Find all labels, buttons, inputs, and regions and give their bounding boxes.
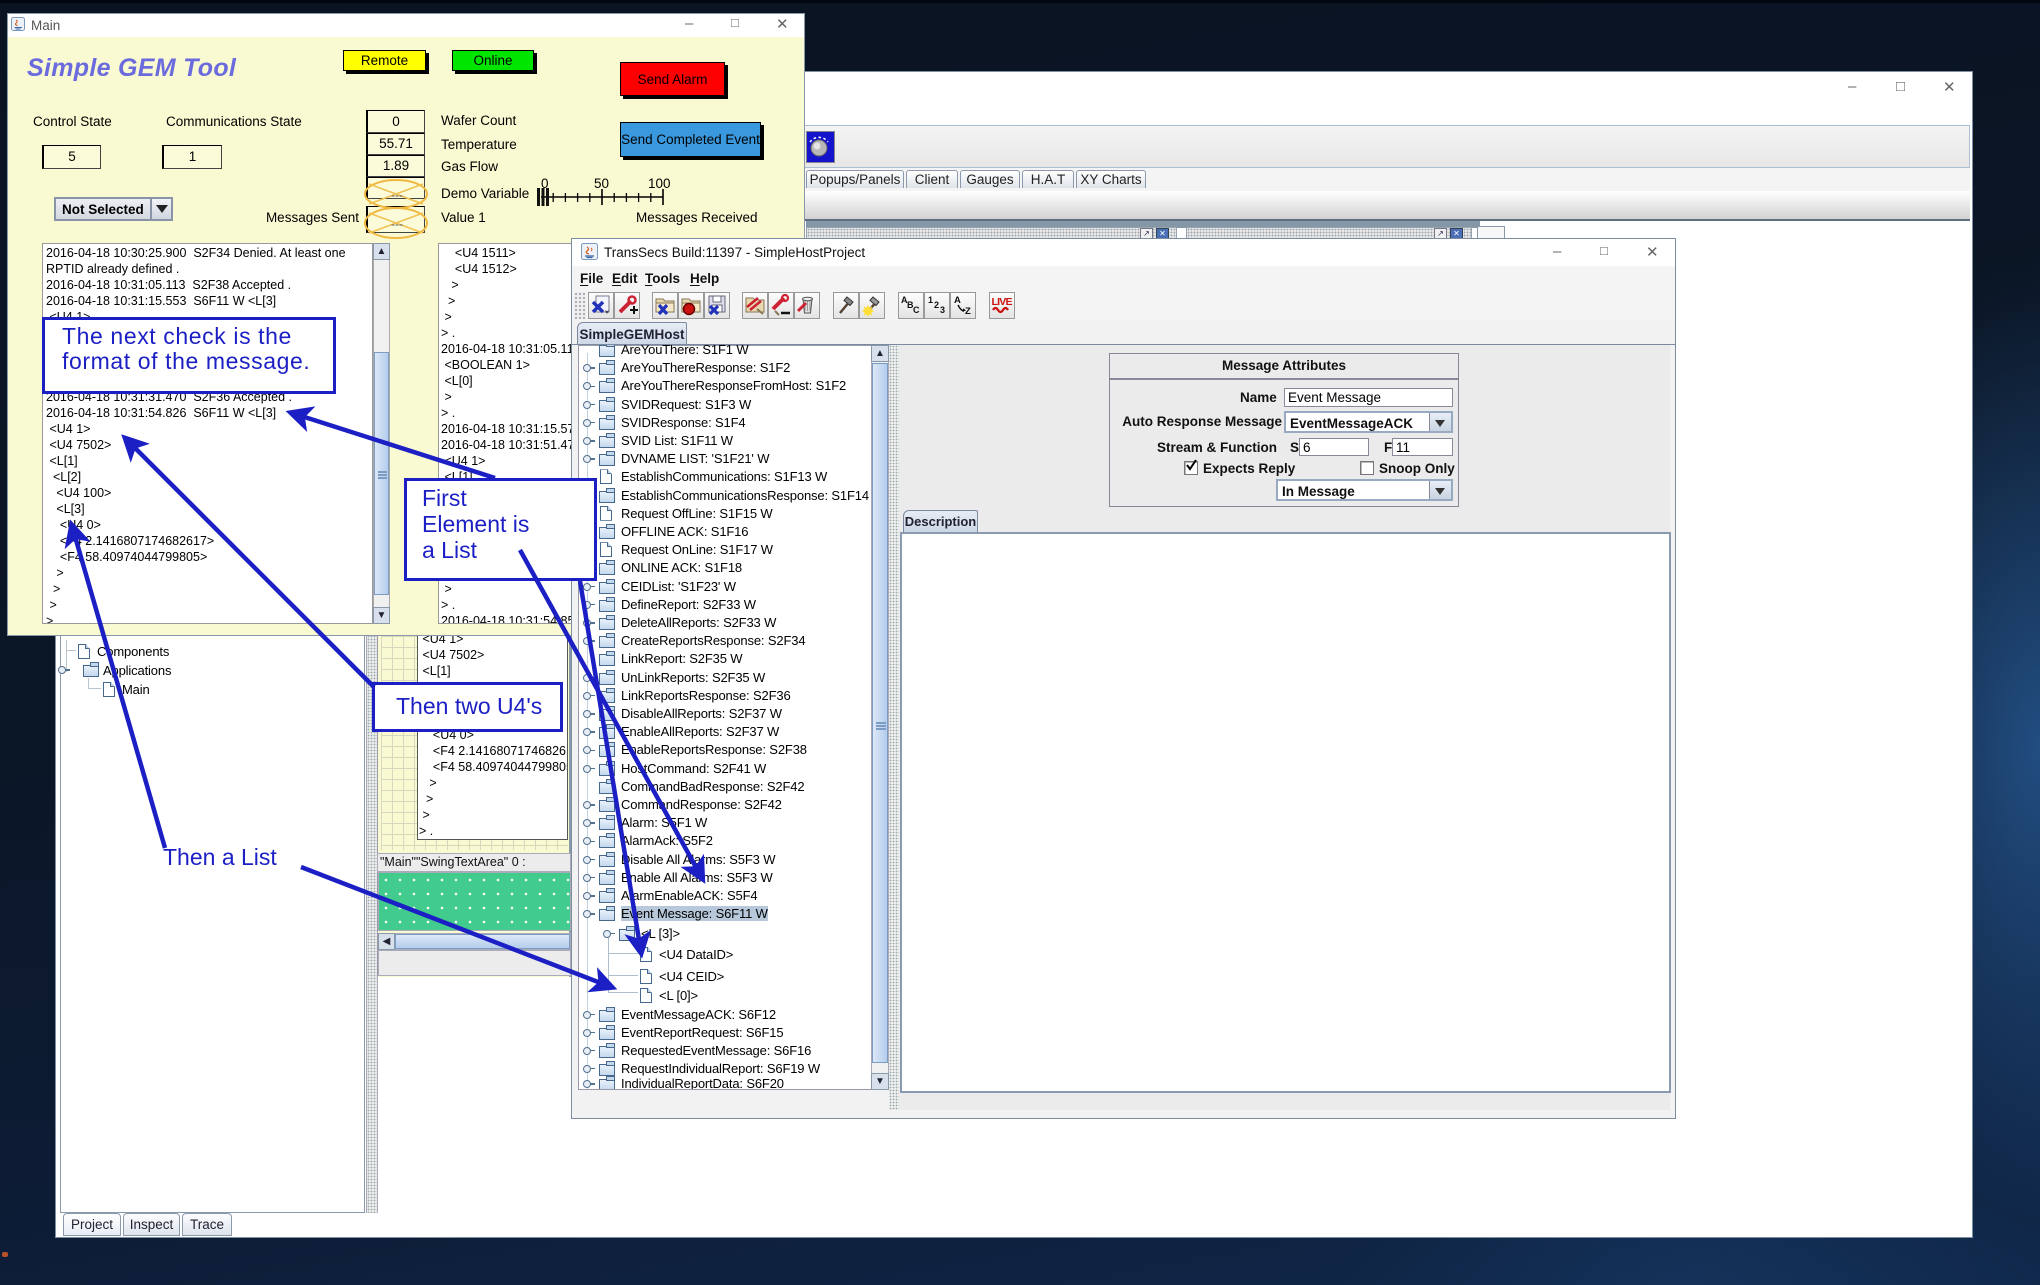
svg-text:---: --- <box>391 217 403 231</box>
svg-text:LIVE: LIVE <box>992 296 1013 308</box>
svg-text:2: 2 <box>934 300 939 310</box>
svg-text:---: --- <box>391 188 403 202</box>
svg-text:1: 1 <box>928 295 933 305</box>
svg-text:Z: Z <box>965 306 971 317</box>
svg-text:3: 3 <box>940 305 945 315</box>
svg-text:C: C <box>913 305 920 315</box>
svg-text:A: A <box>954 295 961 306</box>
